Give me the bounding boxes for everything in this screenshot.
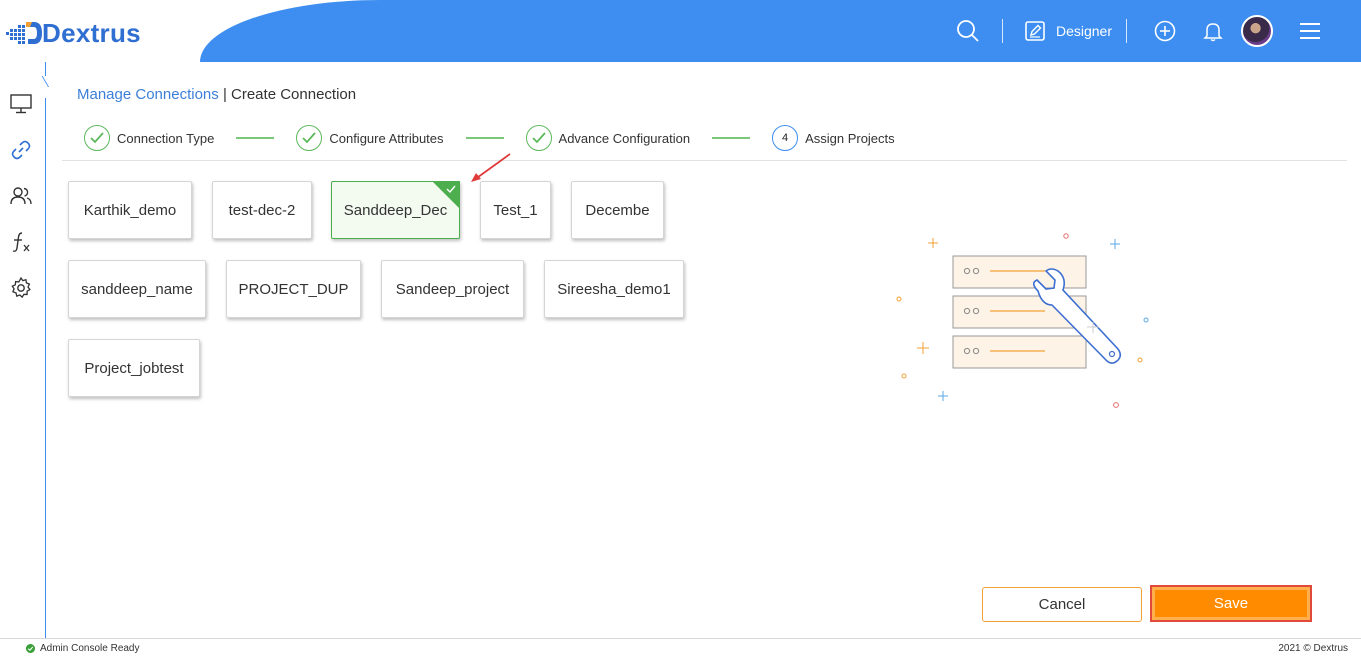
sidebar-item-functions[interactable]	[9, 230, 33, 254]
step-connector	[236, 137, 275, 139]
step-configure-attributes[interactable]: Configure Attributes	[296, 125, 444, 151]
sidebar-item-settings[interactable]	[9, 276, 33, 300]
step-connector	[712, 137, 751, 139]
step-advance-configuration[interactable]: Advance Configuration	[525, 125, 691, 151]
section-divider	[62, 160, 1347, 161]
step-label: Assign Projects	[805, 130, 895, 146]
project-card-sandeep-project[interactable]: Sandeep_project	[381, 260, 524, 318]
selected-check-icon	[432, 181, 460, 209]
console-status: Admin Console Ready	[26, 643, 140, 654]
header-toolbar: Designer	[948, 0, 1361, 62]
project-name: Sandeep_project	[395, 280, 510, 298]
link-icon	[11, 140, 31, 160]
monitor-icon	[10, 94, 32, 114]
sidebar-active-indicator	[40, 76, 50, 98]
status-check-icon	[26, 644, 35, 653]
check-icon	[302, 132, 317, 144]
edit-icon	[1025, 21, 1045, 41]
check-icon	[90, 132, 104, 144]
dextrus-logo-icon	[6, 22, 42, 44]
breadcrumb-current: Create Connection	[231, 86, 357, 103]
project-name: Karthik_demo	[83, 201, 177, 219]
project-name: test-dec-2	[228, 201, 296, 219]
function-icon	[12, 232, 30, 252]
users-icon	[10, 187, 32, 205]
check-icon	[531, 132, 546, 144]
logo-text: Dextrus	[42, 17, 141, 48]
sidebar-item-monitor[interactable]	[9, 92, 33, 116]
cancel-button[interactable]: Cancel	[982, 587, 1142, 622]
project-name: PROJECT_DUP	[238, 280, 349, 298]
status-text: Admin Console Ready	[40, 643, 140, 654]
project-name: Test_1	[493, 201, 538, 219]
step-done-indicator	[296, 125, 323, 151]
step-connection-type[interactable]: Connection Type	[84, 125, 214, 151]
copyright-text: 2021 © Dextrus	[1278, 643, 1348, 654]
step-label: Advance Configuration	[558, 130, 691, 146]
step-label: Connection Type	[117, 130, 215, 146]
avatar[interactable]	[1241, 15, 1273, 47]
save-button-highlight: Save	[1150, 585, 1312, 622]
project-name: Decembe	[585, 201, 650, 219]
sidebar-item-users[interactable]	[9, 184, 33, 208]
header-separator	[1126, 19, 1127, 43]
step-done-indicator	[84, 125, 110, 151]
breadcrumb: Manage Connections | Create Connection	[77, 86, 356, 103]
add-circle-icon	[1154, 20, 1176, 42]
project-card-sanddeep-name[interactable]: sanddeep_name	[68, 260, 206, 318]
search-button[interactable]	[948, 11, 988, 51]
breadcrumb-separator: |	[222, 86, 227, 103]
project-card-project-jobtest[interactable]: Project_jobtest	[68, 339, 200, 397]
project-card-test-1[interactable]: Test_1	[480, 181, 551, 239]
add-button[interactable]	[1151, 17, 1179, 45]
project-name: Sireesha_demo1	[557, 280, 671, 298]
project-card-test-dec-2[interactable]: test-dec-2	[212, 181, 312, 239]
gear-icon	[11, 276, 31, 299]
top-header: Dextrus Designer	[0, 0, 1361, 62]
project-card-decembe[interactable]: Decembe	[571, 181, 664, 239]
project-card-project-dup[interactable]: PROJECT_DUP	[226, 260, 361, 318]
step-number: 4	[772, 125, 799, 151]
step-connector	[465, 137, 504, 139]
breadcrumb-manage-connections[interactable]: Manage Connections	[77, 86, 219, 103]
wizard-stepper: Connection Type Configure Attributes Adv…	[84, 124, 895, 152]
search-icon	[957, 20, 979, 42]
menu-icon	[1300, 23, 1320, 39]
project-card-sanddeep-dec[interactable]: Sanddeep_Dec	[331, 181, 460, 239]
left-sidebar	[0, 62, 46, 638]
server-maintenance-illustration	[896, 233, 1149, 408]
step-label: Configure Attributes	[329, 130, 444, 146]
designer-button[interactable]: Designer	[1025, 21, 1112, 41]
status-footer: Admin Console Ready 2021 © Dextrus	[0, 638, 1361, 657]
app-logo[interactable]: Dextrus	[6, 18, 141, 48]
header-separator	[1001, 19, 1003, 43]
notifications-button[interactable]	[1199, 17, 1227, 45]
project-card-sireesha-demo1[interactable]: Sireesha_demo1	[544, 260, 684, 318]
save-button[interactable]: Save	[1152, 587, 1310, 620]
project-name: sanddeep_name	[81, 280, 193, 298]
project-card-karthik-demo[interactable]: Karthik_demo	[68, 181, 192, 239]
sidebar-item-connections[interactable]	[9, 138, 33, 162]
bell-icon	[1203, 23, 1223, 42]
designer-label: Designer	[1055, 23, 1112, 39]
step-done-indicator	[525, 125, 552, 151]
step-assign-projects[interactable]: 4 Assign Projects	[772, 125, 895, 151]
annotation-arrow-icon	[471, 153, 511, 182]
project-name: Project_jobtest	[84, 359, 184, 377]
menu-button[interactable]	[1295, 16, 1325, 46]
